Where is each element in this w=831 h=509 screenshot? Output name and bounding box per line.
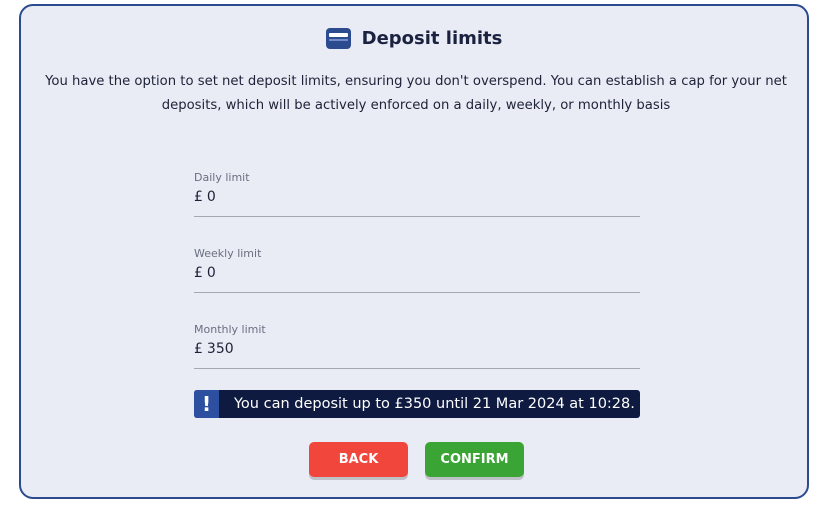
weekly-limit-label: Weekly limit bbox=[194, 247, 262, 260]
deposit-limits-panel: Deposit limits You have the option to se… bbox=[19, 4, 809, 499]
wallet-icon bbox=[325, 28, 351, 49]
deposit-info-alert: ! You can deposit up to £350 until 21 Ma… bbox=[194, 390, 640, 418]
currency-symbol: £ bbox=[194, 341, 203, 357]
description-text: You have the option to set net deposit l… bbox=[45, 74, 787, 113]
monthly-limit-field[interactable]: Monthly limit £ bbox=[194, 323, 640, 369]
page-title: Deposit limits bbox=[361, 28, 503, 49]
alert-text: You can deposit up to £350 until 21 Mar … bbox=[234, 396, 635, 412]
weekly-limit-field[interactable]: Weekly limit £ bbox=[194, 247, 640, 293]
monthly-limit-input[interactable] bbox=[206, 341, 587, 357]
exclamation-icon: ! bbox=[194, 390, 219, 418]
back-button[interactable]: BACK bbox=[309, 442, 408, 477]
currency-symbol: £ bbox=[194, 189, 203, 205]
currency-symbol: £ bbox=[194, 265, 203, 281]
daily-limit-field[interactable]: Daily limit £ bbox=[194, 171, 640, 217]
monthly-limit-label: Monthly limit bbox=[194, 323, 266, 336]
panel-header: Deposit limits bbox=[21, 28, 807, 49]
weekly-limit-input[interactable] bbox=[206, 265, 587, 281]
daily-limit-label: Daily limit bbox=[194, 171, 250, 184]
confirm-button[interactable]: CONFIRM bbox=[425, 442, 524, 477]
daily-limit-input[interactable] bbox=[206, 189, 587, 205]
